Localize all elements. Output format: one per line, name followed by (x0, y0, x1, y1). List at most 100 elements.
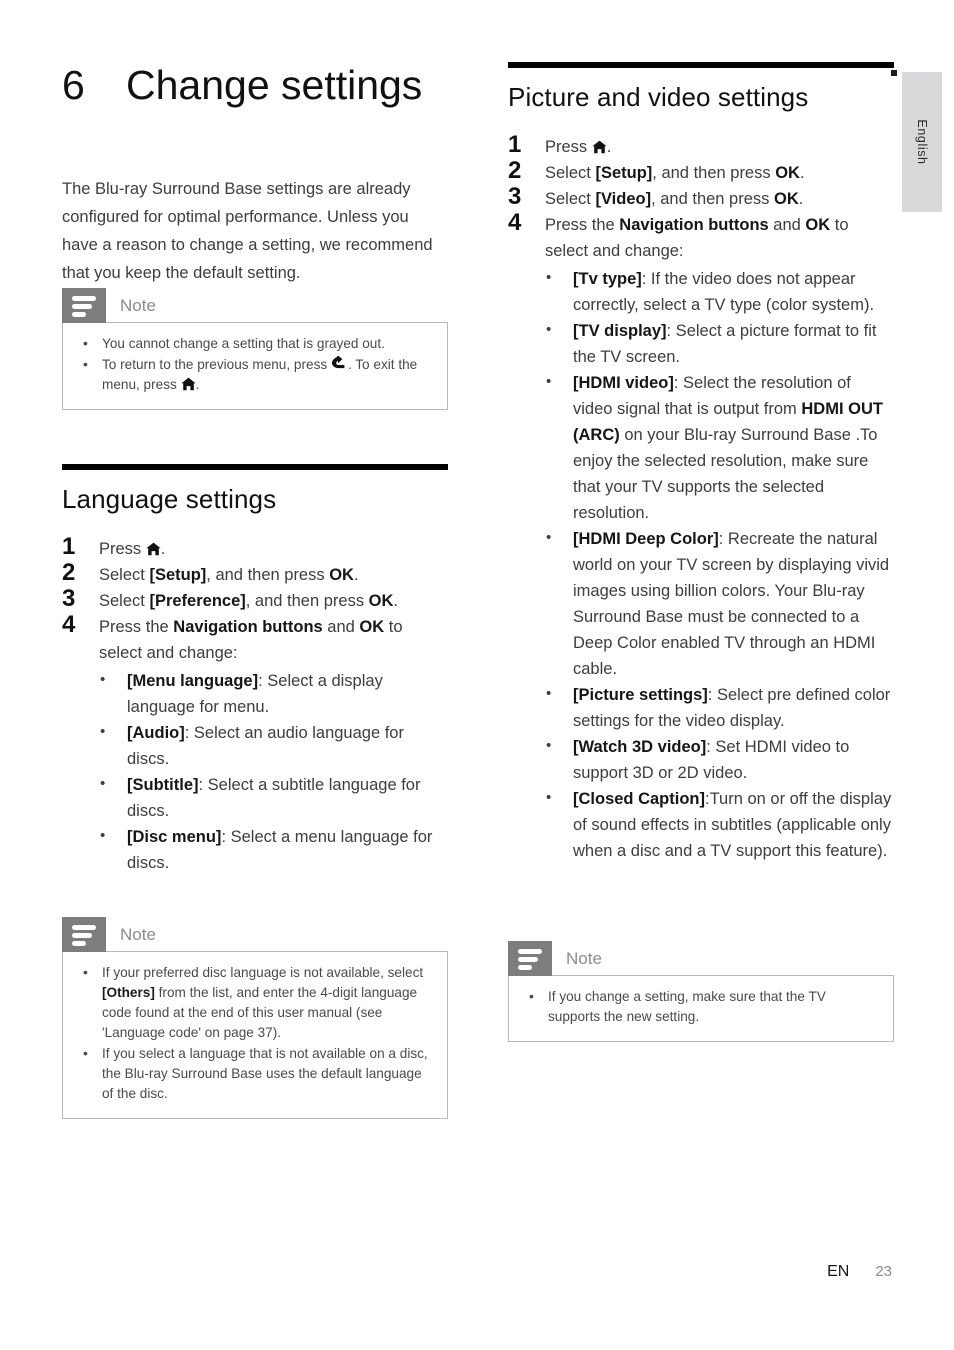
step-item: 3 Select [Preference], and then press OK… (62, 585, 448, 614)
step-text-end: . (160, 540, 166, 558)
note-item: If you change a setting, make sure that … (523, 986, 879, 1027)
note-header: Note (62, 917, 448, 952)
note-item: You cannot change a setting that is gray… (77, 333, 433, 354)
step-item: 1 Press . (508, 131, 894, 160)
list-item: [Audio]: Select an audio language for di… (96, 719, 448, 772)
note-body: If you change a setting, make sure that … (508, 975, 894, 1042)
note-item: To return to the previous menu, press . … (77, 354, 433, 395)
step-text: Press the (545, 216, 620, 234)
step-text: Select (545, 164, 596, 182)
step-text-end: . (606, 138, 612, 156)
note-label: Note (120, 295, 156, 315)
page-footer: EN 23 (0, 1263, 954, 1281)
note-lines-icon (62, 917, 106, 952)
step-text-end: . (353, 566, 359, 584)
step-bold-key: OK (329, 566, 354, 584)
note-item-text-3: . (195, 377, 200, 392)
note-box-intro: Note You cannot change a setting that is… (62, 288, 448, 410)
back-arrow-icon (331, 356, 348, 371)
list-item: [TV display]: Select a picture format to… (542, 317, 894, 370)
step-bold-term: [Setup] (595, 164, 653, 182)
note-item-text: If your preferred disc language is not a… (102, 965, 424, 980)
list-item: [Tv type]: If the video does not appear … (542, 265, 894, 318)
note-item-text: To return to the previous menu, press (102, 357, 331, 372)
list-item: [Picture settings]: Select pre defined c… (542, 681, 894, 734)
step-item: 3 Select [Video], and then press OK. (508, 183, 894, 212)
language-side-tab: English (902, 72, 942, 212)
step-number: 4 (62, 611, 76, 638)
note-box-picture: Note If you change a setting, make sure … (508, 941, 894, 1042)
home-icon (180, 377, 196, 391)
step-bold-key: OK (775, 164, 800, 182)
note-lines-icon (62, 288, 106, 323)
step-number: 4 (508, 209, 522, 236)
option-term: [Disc menu] (127, 828, 222, 846)
step-bold-key: OK (774, 190, 799, 208)
step-text: Select (99, 592, 150, 610)
list-item: [HDMI Deep Color]: Recreate the natural … (542, 525, 894, 682)
document-page: English 6 Change settings The Blu-ray Sur… (0, 0, 954, 1350)
step-bold-key: OK (805, 216, 831, 234)
option-desc: : Recreate the natural world on your TV … (573, 530, 890, 678)
step-list: 1 Press . 2 Select [Setup], and then pre… (508, 131, 894, 864)
chapter-intro-paragraph: The Blu-ray Surround Base settings are a… (62, 179, 433, 282)
option-term: [Picture settings] (573, 686, 708, 704)
page-number: 23 (875, 1263, 892, 1280)
step-list: 1 Press . 2 Select [Setup], and then pre… (62, 533, 448, 876)
option-term: [Closed Caption] (573, 790, 705, 808)
step-bold-term: Navigation buttons (173, 618, 323, 636)
list-item: [Watch 3D video]: Set HDMI video to supp… (542, 733, 894, 786)
list-item: [Subtitle]: Select a subtitle language f… (96, 771, 448, 824)
step-text: Press the (99, 618, 174, 636)
step-text: Select (99, 566, 150, 584)
step-item: 4 Press the Navigation buttons and OK to… (508, 209, 894, 264)
note-lines-icon (508, 941, 552, 976)
step-bold-term: [Setup] (149, 566, 207, 584)
note-item-text: If you select a language that is not ava… (102, 1046, 428, 1101)
step-bold-key: OK (368, 592, 394, 610)
note-item-text: You cannot change a setting that is gray… (102, 336, 385, 351)
note-header: Note (62, 288, 448, 323)
step-text-mid: , and then press (245, 592, 369, 610)
section-language-settings: Language settings 1 Press . 2 Select [Se… (62, 464, 448, 876)
step-item: 4 Press the Navigation buttons and OK to… (62, 611, 448, 666)
note-body: If your preferred disc language is not a… (62, 951, 448, 1119)
option-term: [HDMI video] (573, 374, 674, 392)
chapter-heading: 6 Change settings (62, 60, 482, 110)
language-side-tab-label: English (915, 119, 929, 165)
section-title: Picture and video settings (508, 82, 809, 112)
note-body: You cannot change a setting that is gray… (62, 322, 448, 410)
step-text: Press (545, 138, 592, 156)
section-title: Language settings (62, 484, 277, 514)
list-item: [Disc menu]: Select a menu language for … (96, 823, 448, 876)
note-label: Note (120, 924, 156, 944)
step-text-end: . (798, 190, 804, 208)
option-term: [Subtitle] (127, 776, 199, 794)
note-item-bold: [Others] (102, 985, 155, 1000)
step-item: 2 Select [Setup], and then press OK. (508, 157, 894, 186)
option-term: [Tv type] (573, 270, 642, 288)
step-item: 2 Select [Setup], and then press OK. (62, 559, 448, 588)
step-text: Press (99, 540, 146, 558)
step-bold-term: [Preference] (149, 592, 246, 610)
option-term: [TV display] (573, 322, 667, 340)
option-term: [HDMI Deep Color] (573, 530, 719, 548)
step-bold-key: OK (359, 618, 385, 636)
note-item-text: If you change a setting, make sure that … (548, 989, 826, 1024)
step-text-end: . (799, 164, 805, 182)
home-icon (146, 542, 161, 556)
option-term: [Menu language] (127, 672, 259, 690)
footer-locale: EN (827, 1263, 850, 1280)
option-bullet-list: [Menu language]: Select a display langua… (62, 667, 448, 876)
chapter-title: Change settings (126, 62, 423, 108)
option-term: [Audio] (127, 724, 185, 742)
list-item: [HDMI video]: Select the resolution of v… (542, 369, 894, 526)
list-item: [Menu language]: Select a display langua… (96, 667, 448, 720)
step-text-mid: , and then press (651, 190, 774, 208)
step-text-mid: , and then press (206, 566, 330, 584)
chapter-number: 6 (62, 62, 85, 108)
list-item: [Closed Caption]:Turn on or off the disp… (542, 785, 894, 864)
note-header: Note (508, 941, 894, 976)
step-bold-term: Navigation buttons (619, 216, 769, 234)
step-text-end: . (393, 592, 399, 610)
